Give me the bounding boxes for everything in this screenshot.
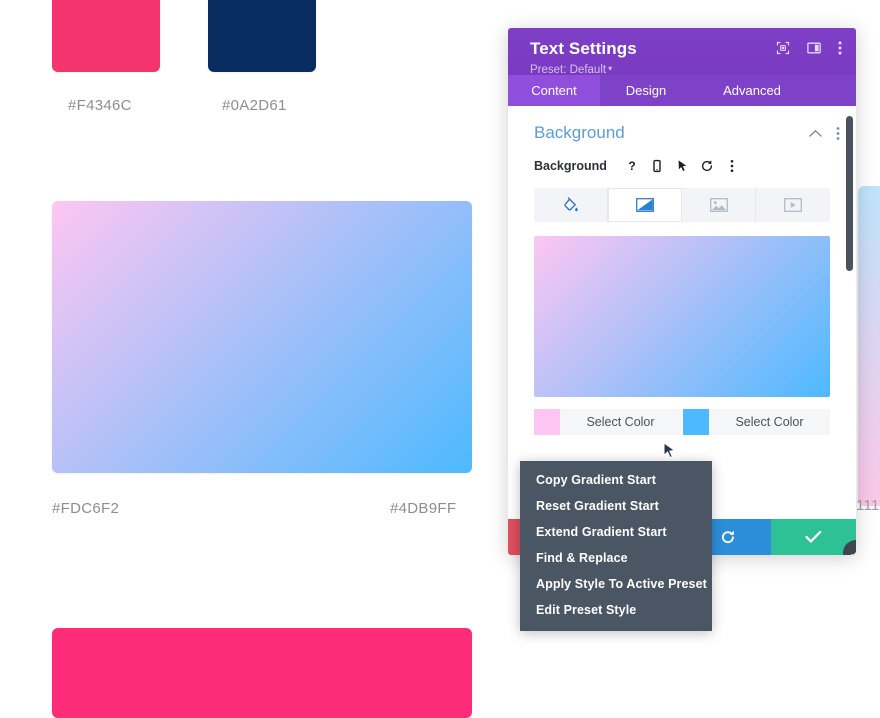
menu-item-edit-preset-style[interactable]: Edit Preset Style [520,597,712,623]
more-vertical-icon[interactable] [836,126,840,141]
focus-target-icon[interactable] [776,41,790,55]
color-swatch-label: #0A2D61 [222,97,287,114]
chevron-up-icon[interactable] [809,129,822,138]
tab-design[interactable]: Design [600,75,692,106]
gradient-color-controls: Select Color Select Color [534,409,830,435]
partial-swatch-label: 111,1 [856,497,880,514]
help-icon[interactable]: ? [621,155,643,177]
header-icon-group [776,40,842,56]
menu-item-apply-style-to-preset[interactable]: Apply Style To Active Preset [520,571,712,597]
color-swatch-chip [52,0,160,72]
color-swatch-label: #F4346C [68,97,132,114]
color-swatch-card[interactable] [208,0,316,72]
svg-text:?: ? [628,159,635,173]
color-swatch-card[interactable] [52,628,472,718]
gradient-swatch-card-partial[interactable] [858,186,880,506]
background-video-tab[interactable] [756,188,830,222]
modal-header: Text Settings Preset: Default ▾ [508,28,856,77]
gradient-end-select-button[interactable]: Select Color [709,409,830,435]
gradient-preview[interactable] [534,236,830,397]
more-vertical-icon[interactable] [838,40,842,56]
modal-tabs: Content Design Advanced [508,75,856,106]
gradient-swatch-card[interactable] [52,201,472,473]
gradient-end-picker: Select Color [683,409,830,435]
gradient-start-select-button[interactable]: Select Color [560,409,681,435]
background-type-selector [534,188,830,222]
cursor-icon[interactable] [671,155,693,177]
background-section-header: Background [508,106,856,153]
gradient-swatch-chip [52,201,472,473]
menu-item-extend-gradient-start[interactable]: Extend Gradient Start [520,519,712,545]
background-field-row: Background ? [508,153,856,179]
gradient-swatch-chip [858,186,880,506]
panel-scrollbar[interactable] [846,116,853,271]
menu-item-find-and-replace[interactable]: Find & Replace [520,545,712,571]
menu-item-copy-gradient-start[interactable]: Copy Gradient Start [520,467,712,493]
layout-columns-icon[interactable] [807,41,821,55]
field-label: Background [534,159,607,173]
gradient-start-picker: Select Color [534,409,681,435]
mobile-icon[interactable] [646,155,668,177]
color-swatch-card[interactable] [52,0,160,72]
gradient-end-label: #4DB9FF [390,500,457,517]
tab-content[interactable]: Content [508,75,600,106]
color-swatch-chip [208,0,316,72]
gradient-start-label: #FDC6F2 [52,500,120,517]
preset-label: Preset: Default [530,64,607,76]
chevron-down-icon: ▾ [608,64,613,73]
section-title: Background [534,123,625,142]
color-swatch-chip [52,628,472,718]
background-color-tab[interactable] [534,188,608,222]
menu-item-reset-gradient-start[interactable]: Reset Gradient Start [520,493,712,519]
tab-advanced[interactable]: Advanced [692,75,812,106]
gradient-start-swatch[interactable] [534,409,560,435]
preset-selector[interactable]: Preset: Default ▾ [530,62,840,77]
background-gradient-tab[interactable] [608,188,682,222]
reset-icon[interactable] [696,155,718,177]
background-image-tab[interactable] [682,188,756,222]
more-vertical-icon[interactable] [721,155,743,177]
gradient-end-swatch[interactable] [683,409,709,435]
gradient-context-menu[interactable]: Copy Gradient Start Reset Gradient Start… [520,461,712,631]
